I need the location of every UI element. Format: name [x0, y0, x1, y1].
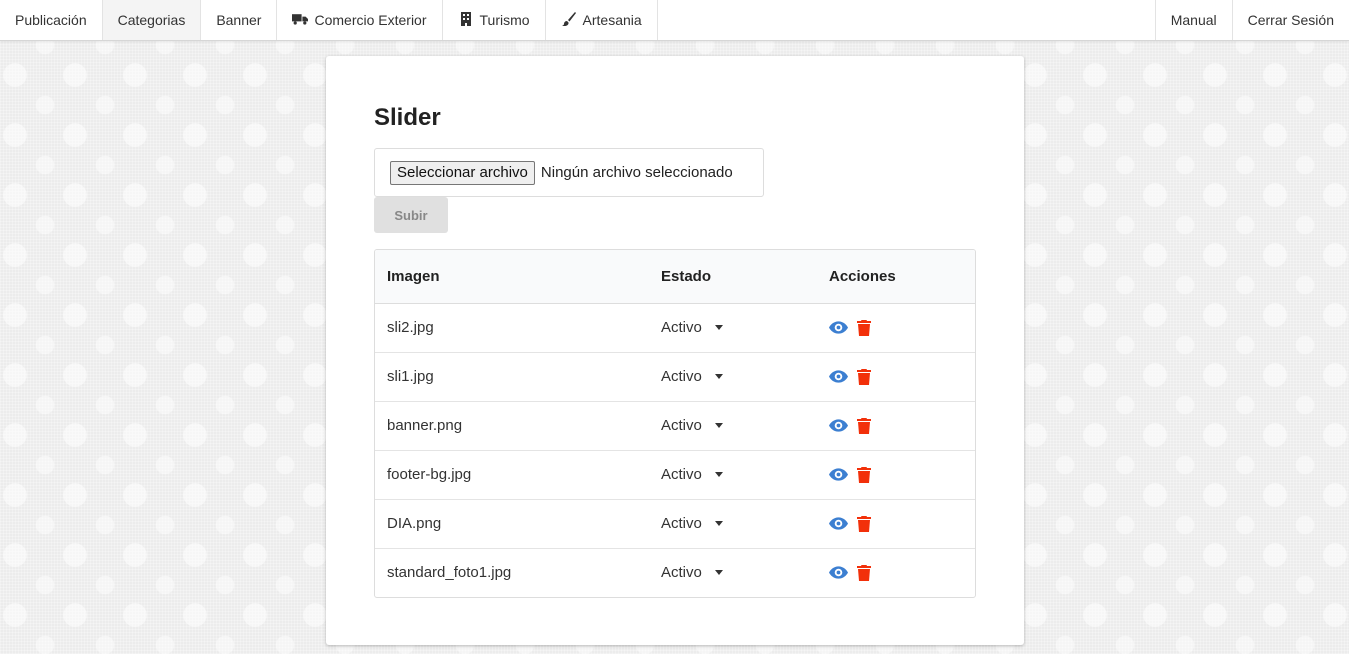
table-row: standard_foto1.jpg Activo [375, 548, 975, 597]
caret-down-icon [714, 472, 723, 477]
nav-item-label: Banner [216, 12, 262, 28]
nav-item-turismo[interactable]: Turismo [443, 0, 546, 40]
state-value: Activo [661, 466, 702, 483]
state-dropdown[interactable]: Activo [661, 466, 723, 483]
actions-cell [817, 303, 975, 353]
select-file-button[interactable]: Seleccionar archivo [390, 160, 535, 185]
nav-item-label: Manual [1170, 12, 1217, 28]
logout-button[interactable]: Cerrar Sesión [1231, 0, 1349, 40]
row-actions [829, 515, 963, 532]
state-cell: Activo [649, 303, 817, 353]
building-icon [458, 11, 474, 29]
state-dropdown[interactable]: Activo [661, 564, 723, 581]
row-actions [829, 466, 963, 483]
nav-item-publicacion[interactable]: Publicación [0, 0, 103, 40]
image-filename: sli1.jpg [375, 352, 649, 402]
state-dropdown[interactable]: Activo [661, 368, 723, 385]
nav-left-group: Publicación Categorias Banner Comercio E… [0, 0, 658, 40]
row-actions [829, 319, 963, 336]
table-row: sli1.jpg Activo [375, 352, 975, 402]
file-input[interactable]: Seleccionar archivo Ningún archivo selec… [374, 148, 764, 197]
nav-right-group: Manual Cerrar Sesión [1154, 0, 1349, 40]
state-dropdown[interactable]: Activo [661, 515, 723, 532]
eye-icon[interactable] [829, 566, 848, 579]
upload-button[interactable]: Subir [374, 197, 448, 233]
file-status-text: Ningún archivo seleccionado [540, 164, 733, 181]
nav-item-label: Comercio Exterior [314, 12, 427, 28]
nav-item-label: Artesania [582, 12, 642, 28]
state-cell: Activo [649, 352, 817, 402]
trash-icon[interactable] [857, 319, 871, 336]
page-title: Slider [374, 104, 441, 131]
state-cell: Activo [649, 450, 817, 500]
nav-item-categorias[interactable]: Categorias [102, 0, 202, 40]
table-header-row: Imagen Estado Acciones [375, 250, 975, 304]
trash-icon[interactable] [857, 368, 871, 385]
nav-item-banner[interactable]: Banner [201, 0, 278, 40]
nav-item-label: Cerrar Sesión [1247, 12, 1334, 28]
actions-cell [817, 548, 975, 597]
header-actions: Acciones [817, 250, 975, 304]
trash-icon[interactable] [857, 564, 871, 581]
images-table: Imagen Estado Acciones sli2.jpg Activo sli… [374, 249, 976, 598]
trash-icon[interactable] [857, 466, 871, 483]
slider-card: Slider Seleccionar archivo Ningún archiv… [326, 56, 1024, 645]
image-filename: standard_foto1.jpg [387, 564, 512, 582]
caret-down-icon [714, 570, 723, 576]
row-actions [829, 564, 963, 581]
image-filename: sli2.jpg [375, 303, 649, 353]
caret-down-icon [714, 521, 723, 526]
state-value: Activo [661, 564, 702, 582]
header-state: Estado [649, 250, 817, 304]
eye-icon[interactable] [829, 468, 848, 481]
truck-icon [292, 12, 309, 29]
actions-cell [817, 450, 975, 500]
paint-brush-icon [561, 11, 577, 29]
image-filename: banner.png [375, 401, 649, 451]
image-filename: footer-bg.jpg [375, 450, 649, 500]
state-dropdown[interactable]: Activo [661, 417, 723, 434]
eye-icon[interactable] [829, 517, 848, 530]
nav-item-label: Turismo [479, 12, 530, 28]
actions-cell [817, 499, 975, 549]
state-cell: Activo [649, 401, 817, 451]
state-value: Activo [661, 368, 702, 385]
nav-item-label: Publicación [15, 12, 87, 28]
nav-item-comercio-exterior[interactable]: Comercio Exterior [277, 0, 443, 40]
eye-icon[interactable] [829, 419, 848, 432]
nav-item-manual[interactable]: Manual [1154, 0, 1232, 40]
state-value: Activo [661, 319, 702, 336]
table-row: DIA.png Activo [375, 499, 975, 549]
image-filename: DIA.png [375, 499, 649, 549]
actions-cell [817, 401, 975, 451]
top-navbar: Publicación Categorias Banner Comercio E… [0, 0, 1349, 41]
table-row: sli2.jpg Activo [375, 303, 975, 353]
trash-icon[interactable] [857, 417, 871, 434]
nav-item-artesania[interactable]: Artesania [546, 0, 658, 40]
nav-item-label: Categorias [117, 12, 186, 28]
header-image: Imagen [375, 250, 649, 304]
state-value: Activo [661, 515, 702, 532]
row-actions [829, 368, 963, 385]
eye-icon[interactable] [829, 321, 848, 334]
eye-icon[interactable] [829, 370, 848, 383]
caret-down-icon [714, 374, 723, 379]
state-cell: Activo [649, 548, 817, 597]
actions-cell [817, 352, 975, 402]
table-row: footer-bg.jpg Activo [375, 450, 975, 500]
state-cell: Activo [649, 499, 817, 549]
state-value: Activo [661, 417, 702, 434]
trash-icon[interactable] [857, 515, 871, 532]
caret-down-icon [714, 325, 723, 330]
table-row: banner.png Activo [375, 401, 975, 451]
row-actions [829, 417, 963, 434]
state-dropdown[interactable]: Activo [661, 319, 723, 336]
caret-down-icon [714, 423, 723, 428]
